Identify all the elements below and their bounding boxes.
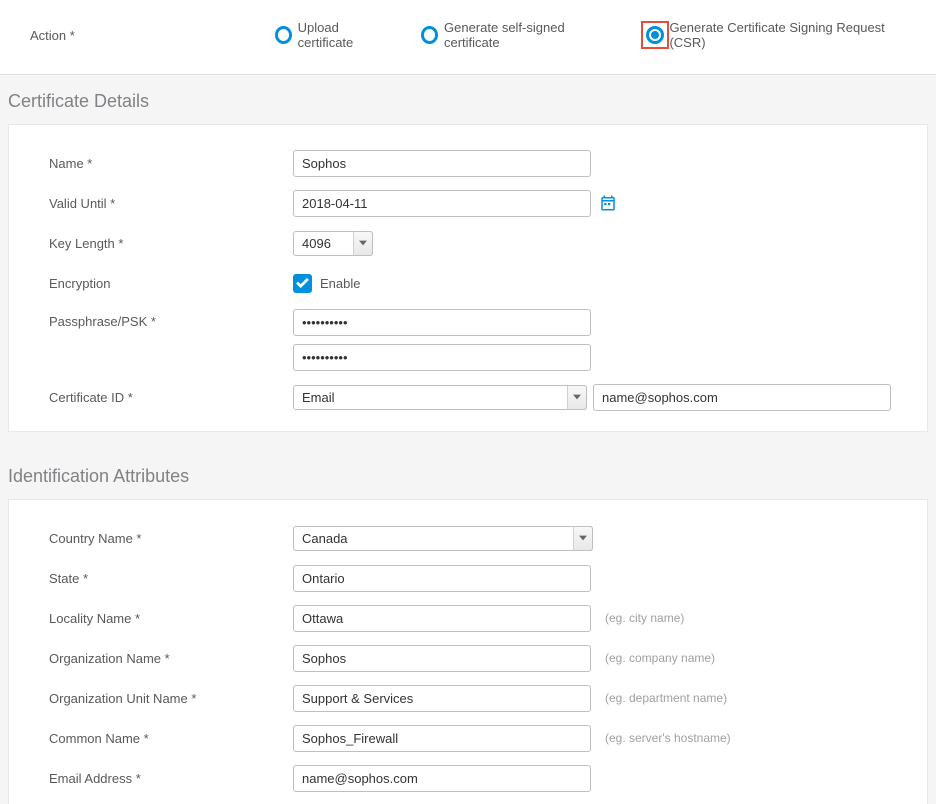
radio-generate-csr[interactable]: Generate Certificate Signing Request (CS… <box>641 20 906 50</box>
label-country: Country Name * <box>49 531 293 546</box>
row-key-length: Key Length * 4096 <box>9 223 927 263</box>
enable-label: Enable <box>320 276 360 291</box>
radio-icon <box>646 26 664 44</box>
state-input[interactable] <box>293 565 591 592</box>
action-bar: Action * Upload certificate Generate sel… <box>0 0 936 75</box>
org-unit-input[interactable] <box>293 685 591 712</box>
row-passphrase: Passphrase/PSK * <box>9 303 927 377</box>
radio-label: Upload certificate <box>298 20 391 50</box>
radio-inner-icon <box>651 31 659 39</box>
label-email: Email Address * <box>49 771 293 786</box>
radio-icon <box>421 26 438 44</box>
hint-common-name: (eg. server's hostname) <box>605 731 731 745</box>
row-email: Email Address * <box>9 758 927 798</box>
calendar-icon[interactable] <box>599 194 617 212</box>
label-common-name: Common Name * <box>49 731 293 746</box>
row-common-name: Common Name * (eg. server's hostname) <box>9 718 927 758</box>
label-name: Name * <box>49 156 293 171</box>
email-input[interactable] <box>293 765 591 792</box>
hint-org: (eg. company name) <box>605 651 715 665</box>
country-select[interactable]: Canada <box>293 526 593 551</box>
radio-label: Generate self-signed certificate <box>444 20 611 50</box>
cert-id-value-input[interactable] <box>593 384 891 411</box>
label-org-unit: Organization Unit Name * <box>49 691 293 706</box>
action-label: Action * <box>30 28 275 43</box>
common-name-input[interactable] <box>293 725 591 752</box>
hint-org-unit: (eg. department name) <box>605 691 727 705</box>
section-ident: Country Name * Canada State * Locality N… <box>8 499 928 804</box>
highlight-box <box>641 21 669 49</box>
row-encryption: Encryption Enable <box>9 263 927 303</box>
row-org-unit: Organization Unit Name * (eg. department… <box>9 678 927 718</box>
name-input[interactable] <box>293 150 591 177</box>
label-valid-until: Valid Until * <box>49 196 293 211</box>
label-passphrase: Passphrase/PSK * <box>49 309 293 329</box>
passphrase-input[interactable] <box>293 309 591 336</box>
row-org: Organization Name * (eg. company name) <box>9 638 927 678</box>
cert-id-type-select[interactable]: Email <box>293 385 587 410</box>
hint-locality: (eg. city name) <box>605 611 684 625</box>
label-cert-id: Certificate ID * <box>49 390 293 405</box>
encryption-checkbox[interactable] <box>293 274 312 293</box>
section-title-ident: Identification Attributes <box>0 450 936 499</box>
radio-generate-self-signed[interactable]: Generate self-signed certificate <box>421 20 612 50</box>
row-locality: Locality Name * (eg. city name) <box>9 598 927 638</box>
section-cert-details: Name * Valid Until * Key Length * 4096 E… <box>8 124 928 432</box>
row-valid-until: Valid Until * <box>9 183 927 223</box>
label-encryption: Encryption <box>49 276 293 291</box>
label-state: State * <box>49 571 293 586</box>
label-locality: Locality Name * <box>49 611 293 626</box>
radio-icon <box>275 26 292 44</box>
radio-upload-certificate[interactable]: Upload certificate <box>275 20 391 50</box>
action-radio-group: Upload certificate Generate self-signed … <box>275 20 906 50</box>
valid-until-input[interactable] <box>293 190 591 217</box>
section-title-cert-details: Certificate Details <box>0 75 936 124</box>
radio-label: Generate Certificate Signing Request (CS… <box>669 20 906 50</box>
row-country: Country Name * Canada <box>9 518 927 558</box>
row-state: State * <box>9 558 927 598</box>
key-length-select[interactable]: 4096 <box>293 231 373 256</box>
row-cert-id: Certificate ID * Email <box>9 377 927 417</box>
label-key-length: Key Length * <box>49 236 293 251</box>
passphrase-confirm-input[interactable] <box>293 344 591 371</box>
org-input[interactable] <box>293 645 591 672</box>
locality-input[interactable] <box>293 605 591 632</box>
row-name: Name * <box>9 143 927 183</box>
label-org: Organization Name * <box>49 651 293 666</box>
